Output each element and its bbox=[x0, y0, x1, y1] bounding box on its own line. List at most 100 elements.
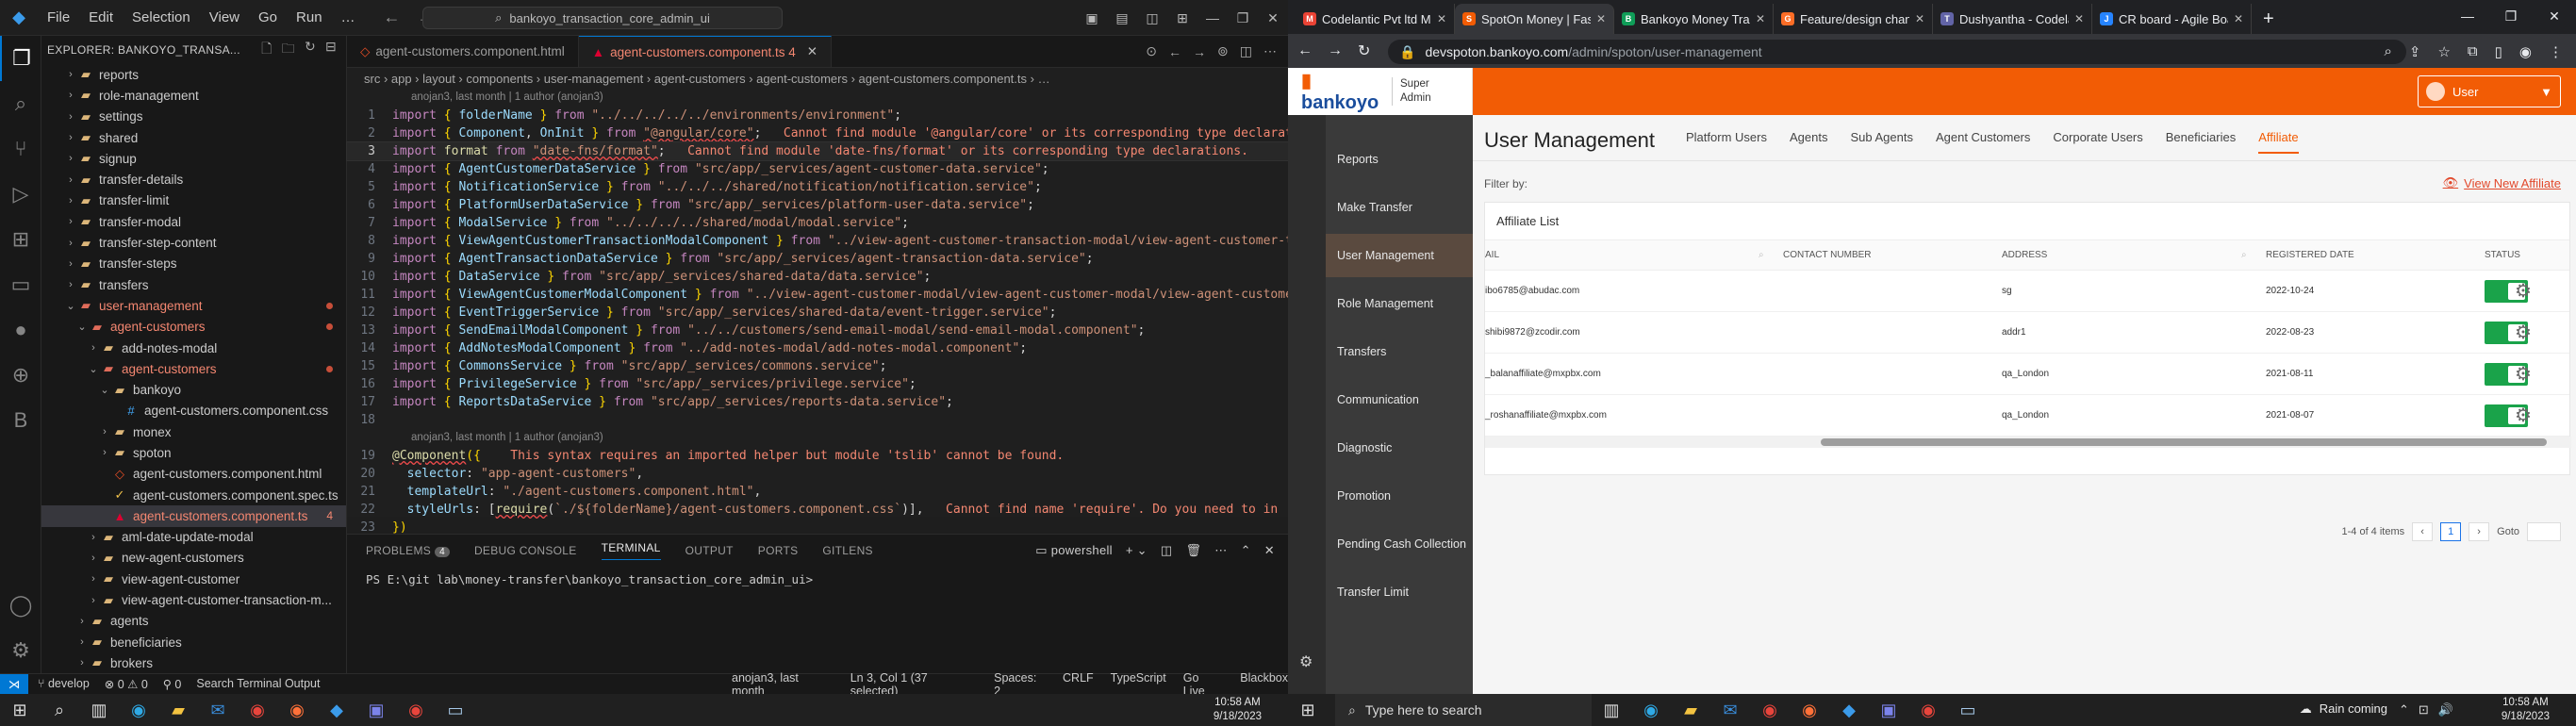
blackbox-icon[interactable]: B bbox=[0, 398, 41, 443]
teams-icon[interactable]: ▣ bbox=[1869, 694, 1908, 726]
browser-tab[interactable]: B Bankoyo Money Trans ✕ bbox=[1614, 4, 1774, 34]
tree-item[interactable]: › ▰ beneficiaries bbox=[41, 632, 346, 652]
run-debug-icon[interactable]: ▷ bbox=[0, 172, 41, 217]
tab-problems[interactable]: PROBLEMS 4 bbox=[366, 544, 450, 557]
column-header[interactable]: CONTACT NUMBER bbox=[1783, 240, 1872, 270]
prev-page-button[interactable]: ‹ bbox=[2412, 522, 2434, 541]
sidepanel-icon[interactable]: ▯ bbox=[2495, 43, 2502, 60]
firefox-icon[interactable]: ◉ bbox=[277, 694, 317, 726]
tree-item[interactable]: › ▰ brokers bbox=[41, 652, 346, 673]
sidebar-item[interactable]: Communication bbox=[1326, 378, 1473, 421]
profile-icon[interactable]: ◉ bbox=[2519, 43, 2532, 60]
column-header[interactable]: STATUS bbox=[2485, 240, 2520, 270]
reload-icon[interactable]: ↻ bbox=[1358, 41, 1370, 60]
mail-icon[interactable]: ✉ bbox=[198, 694, 238, 726]
tab-ts-file[interactable]: ▲ agent-customers.component.ts 4 ✕ bbox=[578, 36, 833, 67]
tree-item[interactable]: ⌄ ▰ bankoyo bbox=[41, 379, 346, 400]
close-tab-icon[interactable]: ✕ bbox=[1915, 12, 1924, 25]
menu-item[interactable]: Edit bbox=[79, 0, 123, 36]
menu-item[interactable]: File bbox=[38, 0, 79, 36]
compare-icon[interactable]: ⊚ bbox=[1217, 43, 1229, 59]
code-view[interactable]: anojan3, last month | 1 author (anojan3)… bbox=[346, 89, 1289, 536]
chrome-2-icon[interactable]: ◉ bbox=[1908, 694, 1948, 726]
new-folder-icon[interactable]: 🗀 bbox=[282, 39, 295, 61]
explorer-icon[interactable]: ❐ bbox=[0, 36, 41, 81]
column-filter-icon[interactable]: ⌕ bbox=[1759, 240, 1764, 270]
chrome-icon[interactable]: ◉ bbox=[238, 694, 277, 726]
menu-item[interactable]: Run bbox=[287, 0, 332, 36]
extensions-icon[interactable]: ⊞ bbox=[0, 217, 41, 262]
tree-item[interactable]: ◇ agent-customers.component.html bbox=[41, 464, 346, 485]
tab-agent-customers[interactable]: Agent Customers bbox=[1936, 130, 2030, 154]
sidebar-item[interactable]: Pending Cash Collection bbox=[1326, 522, 1473, 566]
horizontal-scrollbar[interactable] bbox=[1485, 437, 2571, 448]
manage-gear-icon[interactable]: ⚙ bbox=[0, 628, 41, 673]
tab-debug-console[interactable]: DEBUG CONSOLE bbox=[474, 544, 577, 557]
tab-affiliate[interactable]: Affiliate bbox=[2258, 130, 2299, 154]
close-button[interactable]: ✕ bbox=[2533, 8, 2576, 25]
tree-item[interactable]: › ▰ settings bbox=[41, 107, 346, 127]
tree-item[interactable]: ⌄ ▰ agent-customers bbox=[41, 358, 346, 379]
sidebar-item[interactable]: Diagnostic bbox=[1326, 426, 1473, 470]
tab-gitlens[interactable]: GITLENS bbox=[822, 544, 872, 557]
brand[interactable]: ▮ bankoyo Super Admin bbox=[1288, 68, 1473, 115]
settings-gear-icon[interactable]: ⚙ bbox=[1299, 652, 1313, 671]
new-file-icon[interactable]: 🗋 bbox=[261, 39, 272, 61]
volume-icon[interactable]: 🔊 bbox=[2438, 702, 2453, 718]
sidebar-item[interactable]: Role Management bbox=[1326, 282, 1473, 325]
tree-item[interactable]: › ▰ transfer-limit bbox=[41, 190, 346, 211]
minimize-button[interactable]: — bbox=[1197, 10, 1228, 25]
close-tab-icon[interactable]: ✕ bbox=[807, 44, 817, 59]
tree-item[interactable]: # agent-customers.component.css bbox=[41, 401, 346, 421]
close-button[interactable]: ✕ bbox=[1258, 10, 1288, 26]
file-explorer-icon[interactable]: ▰ bbox=[158, 694, 198, 726]
previous-change-icon[interactable]: ← bbox=[1168, 44, 1181, 59]
tree-item[interactable]: › ▰ view-agent-customer-transaction-m... bbox=[41, 589, 346, 610]
clock[interactable]: 10:58 AM 9/18/2023 bbox=[1214, 696, 1262, 724]
search-icon[interactable]: ⌕ bbox=[0, 81, 41, 126]
toggle-sidebar-icon[interactable]: ▣ bbox=[1077, 10, 1107, 26]
column-header[interactable]: AIL bbox=[1485, 240, 1499, 270]
ports-status[interactable]: ⚲ 0 bbox=[163, 677, 182, 691]
extensions-icon[interactable]: ⧉ bbox=[2468, 43, 2478, 60]
file-explorer-icon[interactable]: ▰ bbox=[1671, 694, 1710, 726]
tree-item[interactable]: ✓ agent-customers.component.spec.ts bbox=[41, 485, 346, 505]
edge-icon[interactable]: ◉ bbox=[119, 694, 158, 726]
sidebar-item[interactable]: User Management bbox=[1326, 234, 1473, 277]
task-view-icon[interactable]: ▥ bbox=[79, 694, 119, 726]
windows-start-icon[interactable]: ⊞ bbox=[0, 694, 40, 726]
close-tab-icon[interactable]: ✕ bbox=[2234, 12, 2243, 25]
refresh-icon[interactable]: ↻ bbox=[305, 39, 316, 61]
tree-item[interactable]: › ▰ view-agent-customer bbox=[41, 569, 346, 589]
edge-icon[interactable]: ◉ bbox=[1631, 694, 1671, 726]
menu-item[interactable]: Selection bbox=[123, 0, 200, 36]
close-tab-icon[interactable]: ✕ bbox=[2074, 12, 2084, 25]
tab-agents[interactable]: Agents bbox=[1790, 130, 1827, 154]
tree-item[interactable]: › ▰ aml-date-update-modal bbox=[41, 527, 346, 548]
tree-item[interactable]: › ▰ transfer-modal bbox=[41, 211, 346, 232]
column-filter-icon[interactable]: ⌕ bbox=[2241, 240, 2247, 270]
row-settings-gear-icon[interactable]: ⚙ bbox=[2515, 395, 2532, 436]
browser-tab[interactable]: M Codelantic Pvt ltd Ma ✕ bbox=[1296, 4, 1455, 34]
search-icon[interactable]: ⌕ bbox=[40, 694, 79, 726]
next-change-icon[interactable]: → bbox=[1193, 44, 1206, 59]
next-page-button[interactable]: › bbox=[2469, 522, 2490, 541]
taskbar-search[interactable]: ⌕ Type here to search bbox=[1335, 694, 1592, 726]
menu-item[interactable]: … bbox=[332, 0, 365, 36]
tab-corporate-users[interactable]: Corporate Users bbox=[2053, 130, 2142, 154]
back-arrow-icon[interactable]: ← bbox=[384, 8, 401, 27]
toggle-secondary-icon[interactable]: ◫ bbox=[1137, 10, 1167, 26]
app-icon[interactable]: ▭ bbox=[1948, 694, 1988, 726]
close-tab-icon[interactable]: ✕ bbox=[1596, 12, 1606, 25]
row-settings-gear-icon[interactable]: ⚙ bbox=[2515, 271, 2532, 311]
tree-item[interactable]: › ▰ transfer-details bbox=[41, 169, 346, 190]
split-editor-icon[interactable]: ◫ bbox=[1240, 43, 1252, 59]
close-panel-icon[interactable]: ✕ bbox=[1264, 543, 1275, 558]
scrollbar-thumb[interactable] bbox=[1821, 438, 2547, 446]
source-control-icon[interactable]: ⑂ bbox=[0, 126, 41, 172]
vscode-taskbar-icon[interactable]: ◆ bbox=[317, 694, 356, 726]
sidebar-item[interactable]: Transfer Limit bbox=[1326, 570, 1473, 614]
remote-explorer-icon[interactable]: ▭ bbox=[0, 262, 41, 307]
account-icon[interactable]: ◯ bbox=[0, 583, 41, 628]
bookmark-star-icon[interactable]: ☆ bbox=[2437, 43, 2450, 60]
